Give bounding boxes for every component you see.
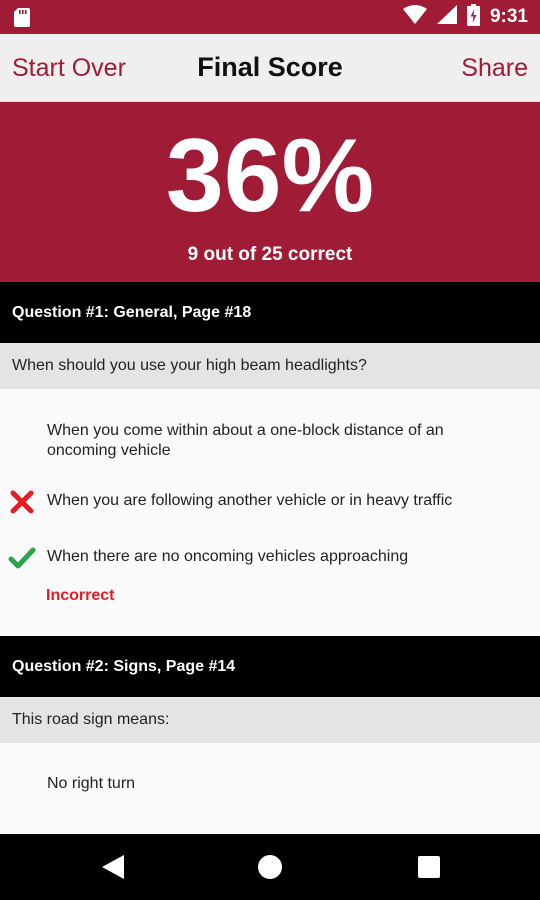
question-header: Question #2: Signs, Page #14: [0, 636, 540, 697]
back-triangle-icon[interactable]: [98, 853, 126, 881]
score-percent: 36%: [165, 118, 375, 234]
clock-time: 9:31: [489, 6, 528, 27]
navigation-bar: [0, 834, 540, 900]
wifi-icon: [402, 5, 427, 29]
sd-card-icon: [14, 8, 30, 32]
answer-option: When you come within about a one-block d…: [47, 422, 444, 459]
question-text: This road sign means:: [0, 697, 540, 743]
score-summary: 9 out of 25 correct: [187, 244, 353, 265]
recents-square-icon[interactable]: [415, 853, 443, 881]
start-over-button[interactable]: Start Over: [12, 54, 126, 83]
cell-signal-icon: [436, 5, 457, 29]
share-button[interactable]: Share: [461, 54, 528, 83]
answer-option: When there are no oncoming vehicles appr…: [47, 548, 409, 565]
question-header: Question #1: General, Page #18: [0, 282, 540, 343]
wrong-x-icon: [10, 490, 34, 514]
answer-result: Incorrect: [46, 587, 115, 604]
question-text: When should you use your high beam headl…: [0, 343, 540, 389]
home-circle-icon[interactable]: [256, 853, 284, 881]
correct-check-icon: [8, 546, 36, 570]
battery-charging-icon: [466, 3, 480, 31]
score-panel: 36% 9 out of 25 correct: [0, 102, 540, 282]
app-toolbar: Start Over Final Score Share: [0, 34, 540, 102]
answer-option: No right turn: [47, 775, 136, 792]
answer-option: When you are following another vehicle o…: [47, 492, 453, 509]
status-bar: 9:31: [0, 0, 540, 34]
